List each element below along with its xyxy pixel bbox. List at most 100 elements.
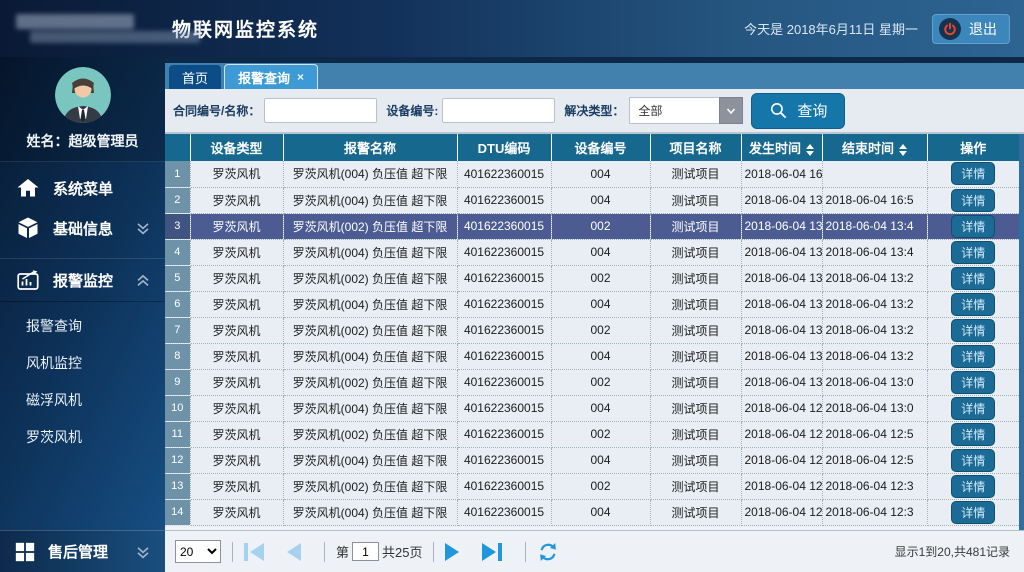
detail-button[interactable]: 详情: [951, 267, 995, 290]
table-row[interactable]: 1 罗茨风机 罗茨风机(004) 负压值 超下限 401622360015 00…: [165, 161, 1019, 187]
query-button[interactable]: 查询: [751, 93, 845, 129]
first-page-button[interactable]: [244, 543, 264, 561]
dtu-code-cell: 401622360015: [457, 187, 551, 213]
device-no-cell: 004: [551, 499, 650, 525]
device-type-cell: 罗茨风机: [190, 343, 283, 369]
table-row[interactable]: 3 罗茨风机 罗茨风机(002) 负压值 超下限 401622360015 00…: [165, 213, 1019, 239]
table-row[interactable]: 13 罗茨风机 罗茨风机(002) 负压值 超下限 401622360015 0…: [165, 473, 1019, 499]
detail-button[interactable]: 详情: [951, 293, 995, 316]
table-row[interactable]: 9 罗茨风机 罗茨风机(002) 负压值 超下限 401622360015 00…: [165, 369, 1019, 395]
alarm-name-cell: 罗茨风机(004) 负压值 超下限: [283, 239, 457, 265]
project-name-cell: 测试项目: [650, 265, 741, 291]
page-input[interactable]: [352, 542, 379, 561]
logo-area: [0, 7, 172, 51]
row-number-cell: 12: [165, 447, 190, 473]
alarm-name-cell: 罗茨风机(002) 负压值 超下限: [283, 421, 457, 447]
sidebar-item-roots-fan[interactable]: 罗茨风机: [0, 419, 165, 456]
alarm-name-cell: 罗茨风机(004) 负压值 超下限: [283, 447, 457, 473]
project-name-cell: 测试项目: [650, 343, 741, 369]
solution-type-select[interactable]: 全部: [629, 97, 743, 124]
logout-button[interactable]: 退出: [932, 14, 1010, 44]
detail-button[interactable]: 详情: [951, 475, 995, 498]
select-chevron-down-icon[interactable]: [719, 97, 743, 124]
detail-button[interactable]: 详情: [951, 241, 995, 264]
sidebar-item-basic-info[interactable]: 基础信息: [0, 208, 165, 248]
detail-button[interactable]: 详情: [951, 319, 995, 342]
alarm-name-cell: 罗茨风机(004) 负压值 超下限: [283, 343, 457, 369]
sidebar-item-label: 基础信息: [53, 218, 113, 239]
dtu-code-cell: 401622360015: [457, 317, 551, 343]
sidebar-item-alarm-query[interactable]: 报警查询: [0, 308, 165, 345]
detail-button[interactable]: 详情: [951, 345, 995, 368]
col-end-time[interactable]: 结束时间: [822, 134, 927, 161]
detail-button[interactable]: 详情: [951, 215, 995, 238]
table-row[interactable]: 2 罗茨风机 罗茨风机(004) 负压值 超下限 401622360015 00…: [165, 187, 1019, 213]
table-row[interactable]: 14 罗茨风机 罗茨风机(004) 负压值 超下限 401622360015 0…: [165, 499, 1019, 525]
row-number-cell: 1: [165, 161, 190, 187]
device-type-cell: 罗茨风机: [190, 291, 283, 317]
table-row[interactable]: 11 罗茨风机 罗茨风机(002) 负压值 超下限 401622360015 0…: [165, 421, 1019, 447]
sidebar-item-label: 售后管理: [48, 541, 108, 562]
sidebar-item-after-sales[interactable]: 售后管理: [0, 530, 165, 572]
alarm-name-cell: 罗茨风机(004) 负压值 超下限: [283, 395, 457, 421]
sort-icon[interactable]: [899, 144, 907, 156]
operation-cell: 详情: [927, 291, 1019, 317]
detail-button[interactable]: 详情: [951, 189, 995, 212]
tab-close-icon[interactable]: ×: [297, 71, 304, 83]
detail-button[interactable]: 详情: [951, 371, 995, 394]
operation-cell: 详情: [927, 369, 1019, 395]
end-time-cell: 2018-06-04 13:4: [822, 213, 927, 239]
prev-page-button[interactable]: [287, 543, 301, 561]
separator: [232, 542, 233, 562]
tab-home[interactable]: 首页: [169, 65, 221, 89]
table-row[interactable]: 10 罗茨风机 罗茨风机(004) 负压值 超下限 401622360015 0…: [165, 395, 1019, 421]
col-project-name: 项目名称: [650, 134, 741, 161]
occur-time-cell: 2018-06-04 13:0: [741, 369, 822, 395]
row-number-cell: 9: [165, 369, 190, 395]
home-icon: [16, 176, 40, 200]
sidebar-item-alarm-monitoring[interactable]: 报警监控: [0, 258, 165, 302]
magnifier-icon: [769, 101, 788, 120]
detail-button[interactable]: 详情: [951, 423, 995, 446]
row-number-cell: 14: [165, 499, 190, 525]
sidebar-item-maglev-fan[interactable]: 磁浮风机: [0, 382, 165, 419]
table-row[interactable]: 7 罗茨风机 罗茨风机(002) 负压值 超下限 401622360015 00…: [165, 317, 1019, 343]
col-occur-time[interactable]: 发生时间: [741, 134, 822, 161]
page-suffix: 共25页: [382, 542, 422, 561]
detail-button[interactable]: 详情: [951, 449, 995, 472]
end-time-cell: 2018-06-04 12:5: [822, 421, 927, 447]
detail-button[interactable]: 详情: [951, 162, 995, 185]
tab-alarm-query[interactable]: 报警查询 ×: [224, 64, 318, 89]
project-name-cell: 测试项目: [650, 317, 741, 343]
device-no-cell: 004: [551, 239, 650, 265]
device-no-input[interactable]: [442, 98, 555, 123]
operation-cell: 详情: [927, 395, 1019, 421]
table-row[interactable]: 4 罗茨风机 罗茨风机(004) 负压值 超下限 401622360015 00…: [165, 239, 1019, 265]
sidebar-item-fan-monitoring[interactable]: 风机监控: [0, 345, 165, 382]
table-row[interactable]: 12 罗茨风机 罗茨风机(004) 负压值 超下限 401622360015 0…: [165, 447, 1019, 473]
table-row[interactable]: 8 罗茨风机 罗茨风机(004) 负压值 超下限 401622360015 00…: [165, 343, 1019, 369]
device-type-cell: 罗茨风机: [190, 473, 283, 499]
sort-icon[interactable]: [806, 144, 814, 156]
last-page-button[interactable]: [482, 543, 502, 561]
refresh-icon[interactable]: [537, 541, 559, 563]
table-row[interactable]: 6 罗茨风机 罗茨风机(004) 负压值 超下限 401622360015 00…: [165, 291, 1019, 317]
next-page-button[interactable]: [445, 543, 459, 561]
table-row[interactable]: 5 罗茨风机 罗茨风机(002) 负压值 超下限 401622360015 00…: [165, 265, 1019, 291]
device-no-cell: 002: [551, 473, 650, 499]
sidebar-item-system-menu[interactable]: 系统菜单: [0, 168, 165, 208]
cube-icon: [16, 216, 40, 240]
occur-time-cell: 2018-06-04 12:3: [741, 447, 822, 473]
detail-button[interactable]: 详情: [951, 397, 995, 420]
contract-input[interactable]: [264, 98, 377, 123]
project-name-cell: 测试项目: [650, 369, 741, 395]
page-size-select[interactable]: 20: [175, 540, 221, 563]
dtu-code-cell: 401622360015: [457, 291, 551, 317]
table-header-row: 设备类型 报警名称 DTU编码 设备编号 项目名称 发生时间 结束时间 操作: [165, 134, 1019, 161]
device-type-cell: 罗茨风机: [190, 239, 283, 265]
dtu-code-cell: 401622360015: [457, 343, 551, 369]
record-status-text: 显示1到20,共481记录: [895, 543, 1014, 560]
alarm-name-cell: 罗茨风机(002) 负压值 超下限: [283, 473, 457, 499]
device-no-cell: 004: [551, 187, 650, 213]
detail-button[interactable]: 详情: [951, 501, 995, 524]
